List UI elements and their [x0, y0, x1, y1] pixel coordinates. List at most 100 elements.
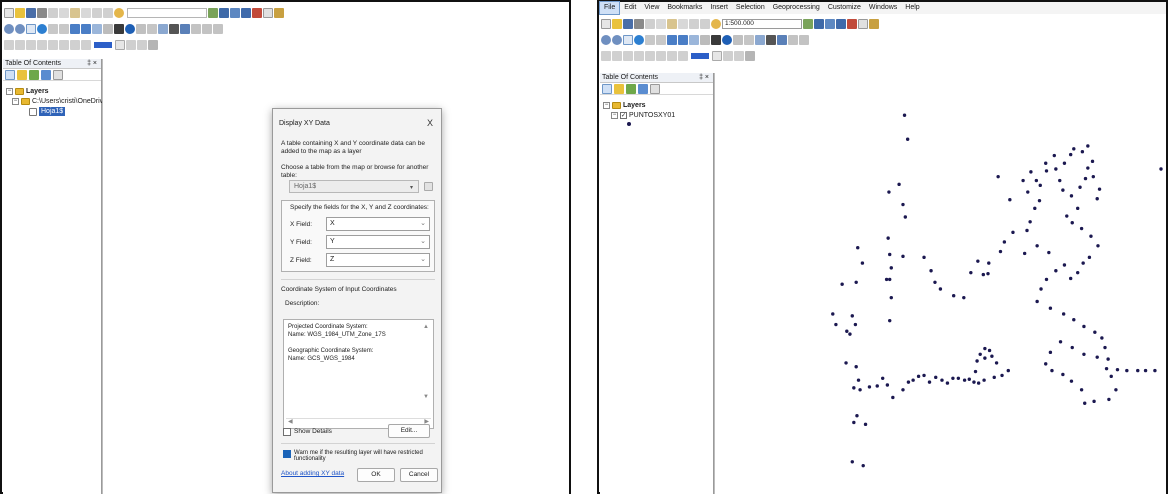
xy-point[interactable] [1035, 244, 1039, 248]
swipe-icon[interactable] [191, 24, 201, 34]
catalog-icon[interactable] [241, 8, 251, 18]
pan-icon[interactable] [623, 35, 633, 45]
xy-point[interactable] [1052, 153, 1056, 158]
xy-point[interactable] [1058, 178, 1062, 183]
xy-point[interactable] [906, 380, 911, 384]
copy-icon[interactable] [59, 8, 69, 18]
chevron-down-icon[interactable]: ⌄ [420, 254, 426, 266]
xy-point[interactable] [1002, 240, 1007, 244]
xy-point[interactable] [889, 295, 893, 300]
xy-point[interactable] [972, 380, 976, 384]
draw-rotate-icon[interactable] [612, 51, 622, 61]
xy-point[interactable] [1000, 373, 1004, 378]
xy-point[interactable] [854, 280, 858, 284]
z-field-select[interactable]: Z ⌄ [326, 253, 430, 267]
draw-rectangle-icon[interactable] [26, 40, 36, 50]
ok-button[interactable]: OK [357, 468, 395, 482]
xy-point[interactable] [967, 377, 971, 381]
add-data-icon[interactable] [114, 8, 124, 18]
list-by-drawing-order-icon[interactable] [602, 83, 612, 94]
collapse-icon[interactable]: − [611, 112, 618, 119]
model-builder-icon[interactable] [869, 19, 879, 29]
xy-point[interactable] [1054, 167, 1058, 171]
xy-point[interactable] [1076, 270, 1080, 275]
xy-point[interactable] [901, 388, 905, 392]
xy-point[interactable] [983, 356, 987, 360]
fill-color-swatch[interactable] [691, 53, 709, 59]
menu-customize[interactable]: Customize [824, 2, 865, 14]
find-icon[interactable] [169, 24, 179, 34]
delete-icon[interactable] [678, 19, 688, 29]
xy-point[interactable] [911, 378, 915, 382]
x-field-select[interactable]: X ⌄ [326, 217, 430, 231]
xy-point[interactable] [1035, 299, 1039, 304]
xy-point[interactable] [1090, 159, 1095, 164]
tree-row-layer[interactable]: − ✓ PUNTOSXY01 [611, 111, 675, 120]
xy-point[interactable] [1159, 167, 1163, 171]
xy-point[interactable] [861, 463, 865, 468]
list-by-visibility-icon[interactable] [626, 83, 636, 94]
arctoolbox-icon[interactable] [847, 19, 857, 29]
xy-point[interactable] [1061, 188, 1065, 192]
xy-point[interactable] [1086, 144, 1090, 148]
xy-point[interactable] [982, 378, 986, 382]
xy-point[interactable] [978, 352, 982, 356]
xy-point[interactable] [1143, 368, 1148, 373]
xy-point[interactable] [962, 295, 966, 300]
xy-point[interactable] [834, 322, 838, 327]
identify-icon[interactable] [722, 35, 732, 45]
xy-point[interactable] [1044, 169, 1049, 173]
toc-window-icon[interactable] [825, 19, 835, 29]
xy-point[interactable] [888, 252, 892, 257]
tree-row-layers[interactable]: − Layers [6, 87, 49, 96]
xy-point[interactable] [1062, 161, 1067, 165]
list-by-drawing-order-icon[interactable] [5, 69, 15, 80]
xy-point[interactable] [845, 329, 849, 333]
back-extent-icon[interactable] [667, 35, 677, 45]
hyperlink-icon[interactable] [755, 35, 765, 45]
browse-folder-icon[interactable] [424, 182, 433, 191]
xy-point[interactable] [1109, 374, 1113, 379]
collapse-icon[interactable]: − [6, 88, 13, 95]
table-icon[interactable] [219, 8, 229, 18]
scroll-left-icon[interactable]: ◀ [288, 419, 293, 426]
fixed-zoom-out-icon[interactable] [656, 35, 666, 45]
clear-selection-icon[interactable] [700, 35, 710, 45]
xy-point[interactable] [1100, 336, 1104, 340]
draw-rectangle-icon[interactable] [623, 51, 633, 61]
xy-point[interactable] [1008, 198, 1012, 202]
zoom-in-icon[interactable] [601, 35, 611, 45]
xy-point[interactable] [998, 249, 1003, 254]
xy-point[interactable] [1050, 368, 1054, 373]
xy-point[interactable] [1095, 355, 1099, 359]
xy-point[interactable] [905, 137, 910, 141]
xy-point[interactable] [1048, 306, 1053, 310]
xy-point[interactable] [1070, 221, 1074, 225]
xy-point[interactable] [929, 269, 933, 273]
swipe-icon[interactable] [788, 35, 798, 45]
xy-point[interactable] [1006, 368, 1010, 373]
xy-point[interactable] [1079, 388, 1084, 392]
xy-point[interactable] [855, 414, 859, 418]
xy-point[interactable] [1044, 161, 1048, 165]
xy-point[interactable] [1114, 388, 1118, 392]
menu-selection[interactable]: Selection [732, 2, 769, 14]
xy-point[interactable] [854, 365, 858, 369]
xy-point[interactable] [976, 259, 980, 263]
list-by-source-icon[interactable] [17, 69, 27, 80]
font-combo-icon[interactable] [115, 40, 125, 50]
xy-point[interactable] [1069, 194, 1074, 198]
pan-icon[interactable] [26, 24, 36, 34]
xy-point[interactable] [1025, 228, 1029, 233]
xy-point[interactable] [1044, 277, 1049, 282]
xy-point[interactable] [1028, 220, 1032, 224]
xy-point[interactable] [844, 361, 848, 365]
xy-point[interactable] [1037, 198, 1042, 203]
save-icon[interactable] [26, 8, 36, 18]
about-xy-data-link[interactable]: About adding XY data [281, 470, 344, 477]
xy-point[interactable] [922, 373, 926, 378]
xy-point[interactable] [962, 378, 967, 382]
fixed-zoom-in-icon[interactable] [645, 35, 655, 45]
xy-point[interactable] [1048, 350, 1053, 355]
map-scale-combo[interactable]: 1:500.000 [722, 19, 802, 29]
